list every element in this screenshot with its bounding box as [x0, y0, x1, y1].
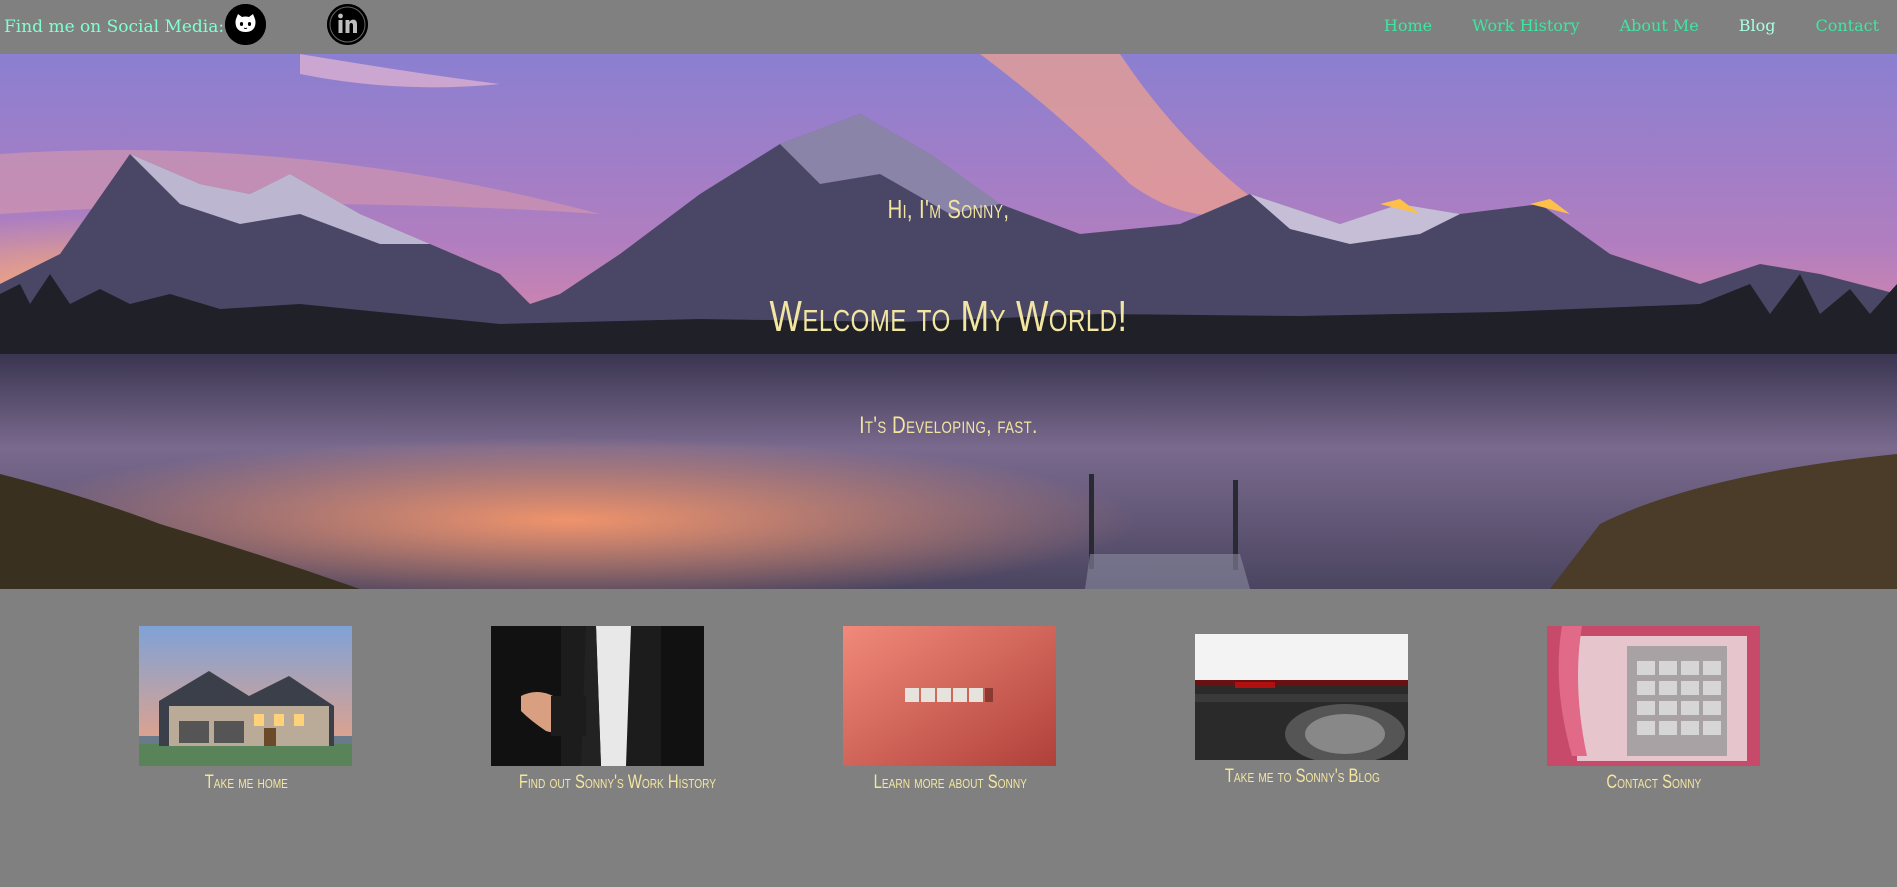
card-caption-blog[interactable]: Take me to Sonny's Blog — [1224, 766, 1379, 788]
social-media-label: Find me on Social Media: — [4, 17, 225, 37]
main-nav: Home Work History About Me Blog Contact — [1344, 16, 1879, 35]
card-contact: Contact Sonny — [1547, 626, 1761, 794]
nav-work-history[interactable]: Work History — [1472, 16, 1579, 35]
card-caption-contact[interactable]: Contact Sonny — [1607, 772, 1702, 794]
about-tiles-image[interactable] — [843, 626, 1056, 766]
card-caption-about[interactable]: Learn more about Sonny — [873, 772, 1026, 794]
hero-banner: Hi, I'm Sonny, Welcome to My World! It's… — [0, 54, 1897, 589]
house-image[interactable] — [139, 626, 352, 766]
card-about: Learn more about Sonny — [843, 626, 1057, 794]
card-caption-work-history[interactable]: Find out Sonny's Work History — [519, 772, 716, 794]
nav-blog[interactable]: Blog — [1739, 16, 1776, 35]
nav-home[interactable]: Home — [1384, 16, 1432, 35]
card-blog: Take me to Sonny's Blog — [1195, 634, 1409, 788]
top-bar: Find me on Social Media: Home Work Histo… — [0, 0, 1897, 54]
hero-subtitle: It's Developing, fast. — [859, 412, 1038, 439]
hero-greeting: Hi, I'm Sonny, — [887, 194, 1010, 224]
card-work-history: Find out Sonny's Work History — [491, 626, 716, 794]
linkedin-icon[interactable] — [327, 4, 368, 45]
handshake-image[interactable] — [491, 626, 704, 766]
nav-about-me[interactable]: About Me — [1620, 16, 1699, 35]
payphone-image[interactable] — [1547, 626, 1760, 766]
typewriter-image[interactable] — [1195, 634, 1408, 760]
card-home: Take me home — [139, 626, 353, 794]
nav-contact[interactable]: Contact — [1815, 16, 1879, 35]
hero-title: Welcome to My World! — [769, 292, 1128, 341]
card-caption-home[interactable]: Take me home — [204, 772, 287, 794]
github-icon[interactable] — [225, 4, 266, 45]
